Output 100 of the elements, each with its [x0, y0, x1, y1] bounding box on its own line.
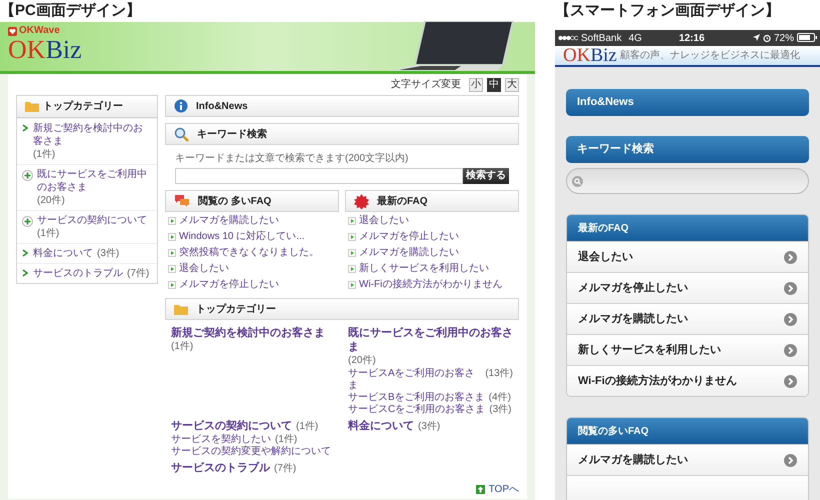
faq-link[interactable]: 新しくサービスを利用したい: [359, 262, 489, 276]
subcategory-link[interactable]: サービスを契約したい: [171, 434, 271, 446]
folder-icon: [25, 101, 39, 112]
search-icon: [572, 176, 583, 186]
faq-link[interactable]: メルマガを購読したい: [179, 214, 279, 228]
item-count: (7件): [274, 462, 296, 476]
bullet-icon: [348, 217, 356, 225]
item-count: (3件): [97, 247, 120, 260]
brand-name: OKWave: [19, 26, 60, 36]
info-icon: [174, 99, 188, 113]
search-hint: キーワードまたは文章で検索できます(200文字以内): [175, 152, 410, 166]
item-count: (1件): [33, 148, 56, 161]
search-button[interactable]: 検索する: [463, 168, 509, 184]
section-heading: トップカテゴリー: [196, 302, 276, 316]
item-count: (1件): [275, 434, 298, 446]
category-link[interactable]: 料金について: [348, 419, 414, 433]
faq-row[interactable]: Wi-Fiの接続方法がわかりません: [567, 365, 808, 396]
sidebar-link[interactable]: 料金について: [33, 247, 93, 260]
subcategory-link[interactable]: サービスAをご利用のお客さま: [348, 368, 482, 392]
chevron-circle-icon: [784, 312, 797, 326]
battery-text: 72%: [774, 32, 794, 46]
sidebar-link[interactable]: 既にサービスをご利用中のお客さま: [37, 168, 152, 194]
faq-link[interactable]: Wi-Fiの接続方法がわかりません: [359, 278, 502, 292]
carrier-text: SoftBank: [581, 32, 622, 46]
faq-link[interactable]: 退会したい: [359, 214, 409, 228]
faq-row[interactable]: 退会したい: [567, 241, 808, 272]
speech-bubble-icon: [174, 194, 190, 208]
tagline: 顧客の声、ナレッジをビジネスに最適化: [620, 48, 800, 63]
category-link[interactable]: 新規ご契約を検討中のお客さま: [171, 326, 325, 340]
bullet-icon: [168, 281, 176, 289]
starburst-icon: [354, 194, 369, 208]
location-arrow-icon: [752, 34, 760, 41]
bullet-icon: [168, 233, 176, 241]
subcategory-link[interactable]: サービスの契約変更や解約について: [171, 446, 331, 458]
faq-row[interactable]: 新しくサービスを利用したい: [567, 334, 808, 365]
chevron-circle-icon: [784, 282, 797, 294]
item-count: (20件): [348, 354, 376, 368]
item-count: (1件): [171, 340, 194, 354]
chevron-icon: [22, 249, 29, 257]
section-title: 【スマートフォン画面デザイン】: [555, 1, 781, 21]
top-link[interactable]: TOPへ: [488, 482, 519, 497]
search-field[interactable]: [175, 168, 463, 184]
faq-link[interactable]: メルマガを購読したい: [359, 246, 459, 260]
subcategory-link[interactable]: サービスBをご利用のお客さま: [348, 392, 485, 404]
faq-row[interactable]: メルマガを購読したい: [567, 444, 808, 475]
signal-icon: [558, 35, 578, 41]
plus-icon: [22, 170, 33, 181]
category-link[interactable]: サービスのトラブル: [171, 461, 270, 475]
faq-row[interactable]: メルマガを購読したい: [567, 303, 808, 334]
section-heading: キーワード検索: [197, 128, 267, 142]
item-count: (3件): [489, 404, 512, 416]
category-link[interactable]: 既にサービスをご利用中のお客さま: [348, 326, 513, 354]
item-count: (4件): [488, 392, 511, 404]
section-title: 【PC画面デザイン】: [0, 1, 142, 21]
section-heading: Info&News: [196, 100, 248, 114]
sidebar-link[interactable]: サービスのトラブル: [33, 267, 123, 280]
item-count: (7件): [127, 267, 150, 280]
faq-row[interactable]: [567, 475, 808, 500]
item-count: (1件): [37, 227, 60, 240]
search-icon: [174, 126, 189, 142]
logo-text: OKBiz: [8, 36, 82, 64]
faq-link[interactable]: メルマガを停止したい: [359, 230, 459, 244]
faq-link[interactable]: 退会したい: [179, 262, 229, 276]
chevron-icon: [22, 269, 29, 277]
font-size-button[interactable]: 大: [505, 78, 519, 92]
folder-icon: [174, 304, 188, 314]
item-count: (13件): [485, 368, 513, 380]
faq-link[interactable]: 突然投稿できなくなりました。: [179, 246, 319, 260]
faq-link[interactable]: メルマガを停止したい: [179, 278, 279, 292]
bullet-icon: [348, 265, 356, 273]
faq-link[interactable]: Windows 10 に対応してい...: [179, 230, 305, 244]
network-text: 4G: [628, 32, 642, 46]
bullet-icon: [348, 233, 356, 241]
item-count: (1件): [296, 420, 318, 434]
item-count: (20件): [37, 194, 65, 207]
sidebar-title: トップカテゴリー: [43, 99, 123, 114]
section-heading: 閲覧の 多いFAQ: [198, 194, 272, 208]
chevron-circle-icon: [784, 374, 797, 388]
subcategory-link[interactable]: サービスCをご利用のお客さま: [348, 404, 486, 416]
font-size-button[interactable]: 中: [487, 78, 501, 92]
font-size-button[interactable]: 小: [469, 78, 483, 92]
search-field[interactable]: [566, 168, 809, 194]
panel-header: 最新のFAQ: [567, 215, 808, 241]
faq-row[interactable]: メルマガを停止したい: [567, 272, 808, 303]
section-heading: 最新のFAQ: [377, 194, 428, 208]
section-bar[interactable]: キーワード検索: [566, 136, 809, 163]
sidebar-link[interactable]: サービスの契約について: [37, 214, 147, 227]
chevron-icon: [22, 124, 29, 132]
item-count: (3件): [418, 420, 440, 434]
clock-text: 12:16: [678, 32, 705, 46]
bullet-icon: [168, 217, 176, 225]
font-size-label: 文字サイズ変更: [391, 78, 461, 92]
sidebar-link[interactable]: 新規ご契約を検討中のお客さま: [33, 122, 152, 148]
battery-icon: [797, 33, 817, 42]
chevron-circle-icon: [784, 250, 797, 264]
bullet-icon: [168, 249, 176, 257]
section-bar[interactable]: Info&News: [566, 89, 809, 116]
up-arrow-icon: [476, 485, 485, 494]
category-link[interactable]: サービスの契約について: [171, 419, 292, 433]
chevron-circle-icon: [784, 454, 797, 466]
